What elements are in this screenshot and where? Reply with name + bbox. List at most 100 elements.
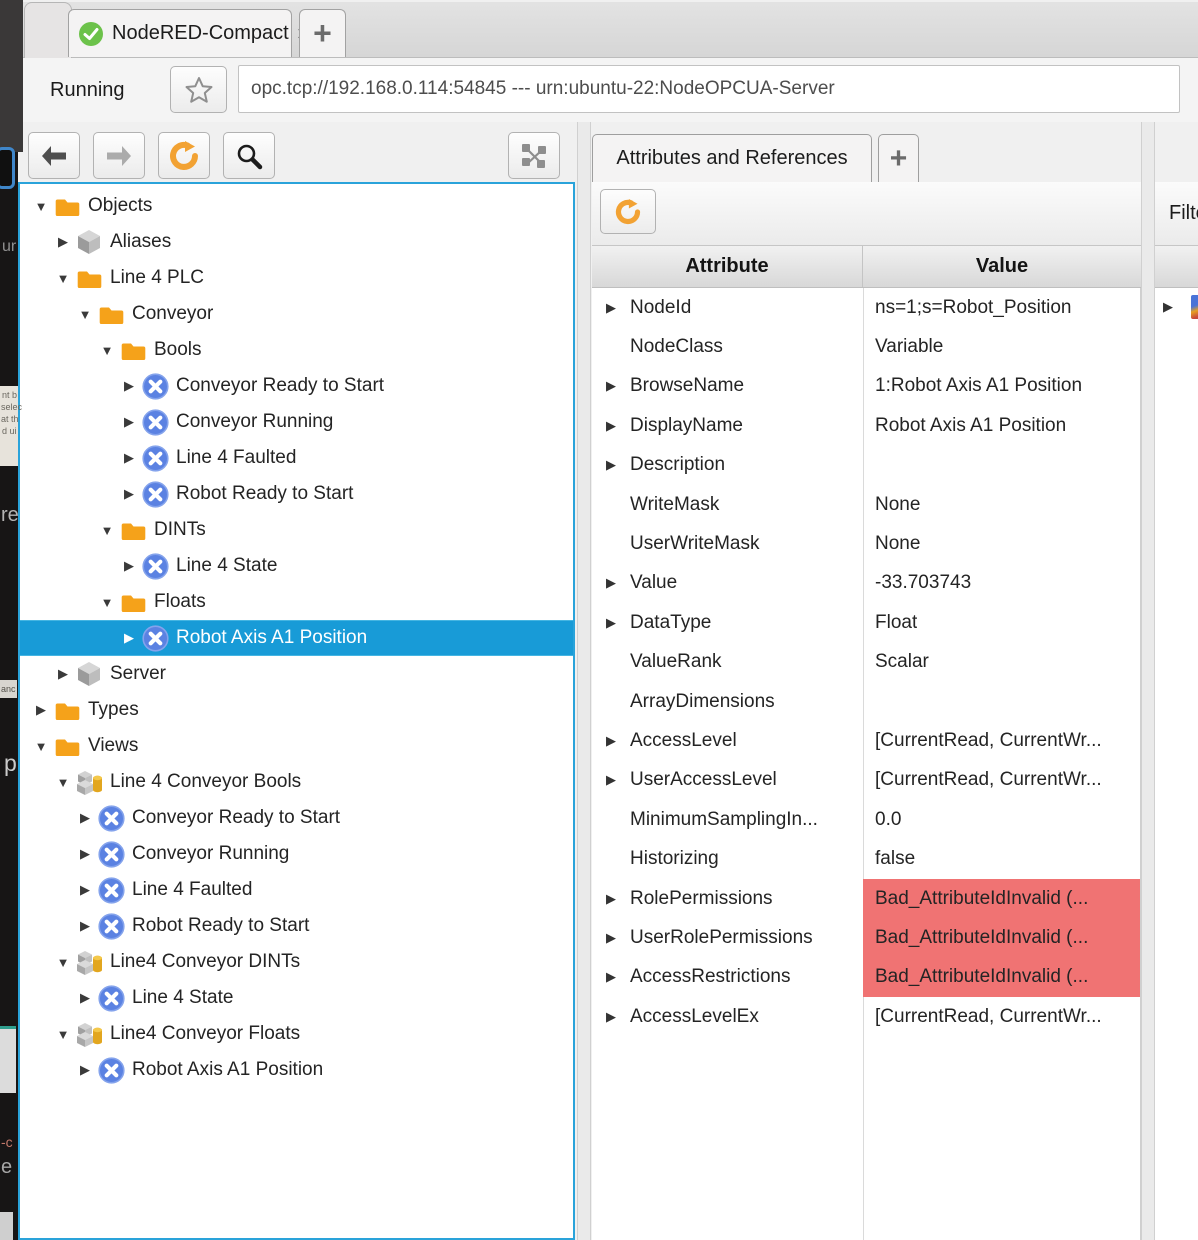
expand-icon[interactable]: ▶ [606,891,630,907]
tree-item-conveyor-running[interactable]: ▶Conveyor Running [20,836,573,872]
forward-button[interactable] [93,132,145,179]
expand-icon[interactable]: ▶ [606,930,630,946]
attribute-row-rolepermissions[interactable]: ▶RolePermissionsBad_AttributeIdInvalid (… [592,879,1140,918]
tree-item-line4-conveyor-dints[interactable]: ▼Line4 Conveyor DINTs [20,944,573,980]
tree-item-robot-axis-a1-position[interactable]: ▶Robot Axis A1 Position [20,1052,573,1088]
panel-splitter-left[interactable] [577,122,591,1240]
tree-item-types[interactable]: ▶Types [20,692,573,728]
collapse-icon[interactable]: ▼ [52,775,74,790]
collapse-icon[interactable]: ▼ [30,199,52,214]
attribute-row-accesslevel[interactable]: ▶AccessLevel[CurrentRead, CurrentWr... [592,721,1140,760]
bookmark-button[interactable] [170,66,227,113]
tree-item-conveyor-running[interactable]: ▶Conveyor Running [20,404,573,440]
attribute-row-displayname[interactable]: ▶DisplayNameRobot Axis A1 Position [592,406,1140,445]
tree-item-line-4-conveyor-bools[interactable]: ▼Line 4 Conveyor Bools [20,764,573,800]
refresh-attributes-button[interactable] [600,189,656,234]
expand-icon[interactable]: ▶ [606,969,630,985]
tab-attributes-and-references[interactable]: Attributes and References [592,134,872,182]
attribute-row-valuerank[interactable]: ValueRankScalar [592,643,1140,682]
expand-icon[interactable]: ▶ [606,457,630,473]
tree-item-dints[interactable]: ▼DINTs [20,512,573,548]
expand-icon[interactable]: ▶ [606,300,630,316]
column-header-value[interactable]: Value [863,246,1141,287]
tree-item-robot-axis-a1-position[interactable]: ▶Robot Axis A1 Position [20,620,573,656]
panel-splitter-right[interactable] [1141,122,1155,1240]
expand-icon[interactable]: ▶ [118,486,140,502]
tree-item-views[interactable]: ▼Views [20,728,573,764]
search-button[interactable] [223,132,275,179]
expand-icon[interactable]: ▶ [52,666,74,682]
expand-icon[interactable]: ▶ [606,575,630,591]
tree-item-line-4-state[interactable]: ▶Line 4 State [20,980,573,1016]
expand-icon[interactable]: ▶ [74,990,96,1006]
expand-icon[interactable]: ▶ [74,846,96,862]
tree-item-line-4-faulted[interactable]: ▶Line 4 Faulted [20,872,573,908]
attribute-row-useraccesslevel[interactable]: ▶UserAccessLevel[CurrentRead, CurrentWr.… [592,761,1140,800]
expand-icon[interactable]: ▶ [30,702,52,718]
expand-icon[interactable]: ▶ [118,378,140,394]
expand-icon[interactable]: ▶ [52,234,74,250]
expand-icon[interactable]: ▶ [606,1009,630,1025]
expand-icon[interactable]: ▶ [74,810,96,826]
attribute-row-nodeid[interactable]: ▶NodeIdns=1;s=Robot_Position [592,288,1140,327]
browser-tab-nodered-compact[interactable]: NodeRED-Compact × [68,9,292,57]
expand-icon[interactable]: ▶ [606,378,630,394]
tree-item-server[interactable]: ▶Server [20,656,573,692]
attribute-row-minimumsamplingin[interactable]: MinimumSamplingIn...0.0 [592,800,1140,839]
attribute-row-writemask[interactable]: WriteMaskNone [592,485,1140,524]
tree-item-conveyor-ready-to-start[interactable]: ▶Conveyor Ready to Start [20,800,573,836]
expand-icon[interactable]: ▶ [118,558,140,574]
collapse-icon[interactable]: ▼ [30,739,52,754]
expand-icon[interactable]: ▶ [606,418,630,434]
attribute-row-accessrestrictions[interactable]: ▶AccessRestrictionsBad_AttributeIdInvali… [592,958,1140,997]
column-header-attribute[interactable]: Attribute [592,246,863,287]
expand-icon[interactable]: ▶ [74,918,96,934]
attribute-row-accesslevelex[interactable]: ▶AccessLevelEx[CurrentRead, CurrentWr... [592,997,1140,1036]
attribute-row-datatype[interactable]: ▶DataTypeFloat [592,603,1140,642]
tree-item-bools[interactable]: ▼Bools [20,332,573,368]
reconnect-button[interactable] [158,132,210,179]
tree-item-line-4-plc[interactable]: ▼Line 4 PLC [20,260,573,296]
expand-icon[interactable]: ▶ [1163,299,1173,315]
expand-icon[interactable]: ▶ [606,615,630,631]
collapse-icon[interactable]: ▼ [96,343,118,358]
tree-item-line-4-faulted[interactable]: ▶Line 4 Faulted [20,440,573,476]
collapse-icon[interactable]: ▼ [96,523,118,538]
attribute-row-historizing[interactable]: Historizingfalse [592,839,1140,878]
tree-item-line-4-state[interactable]: ▶Line 4 State [20,548,573,584]
expand-icon[interactable]: ▶ [118,414,140,430]
back-button[interactable] [28,132,80,179]
new-panel-tab-button[interactable]: + [878,134,919,182]
collapse-icon[interactable]: ▼ [52,955,74,970]
collapse-icon[interactable]: ▼ [52,271,74,286]
tree-item-robot-ready-to-start[interactable]: ▶Robot Ready to Start [20,476,573,512]
attribute-row-value[interactable]: ▶Value-33.703743 [592,564,1140,603]
new-tab-button[interactable]: + [299,9,346,57]
server-url-input[interactable] [238,65,1180,113]
tree-item-aliases[interactable]: ▶Aliases [20,224,573,260]
expand-icon[interactable]: ▶ [606,772,630,788]
attribute-row-description[interactable]: ▶Description [592,446,1140,485]
attribute-row-browsename[interactable]: ▶BrowseName1:Robot Axis A1 Position [592,367,1140,406]
tree-item-conveyor-ready-to-start[interactable]: ▶Conveyor Ready to Start [20,368,573,404]
expand-icon[interactable]: ▶ [74,1062,96,1078]
attribute-row-userwritemask[interactable]: UserWriteMaskNone [592,524,1140,563]
attribute-row-nodeclass[interactable]: NodeClassVariable [592,327,1140,366]
collapse-icon[interactable]: ▼ [52,1027,74,1042]
tree-item-floats[interactable]: ▼Floats [20,584,573,620]
collapse-icon[interactable]: ▼ [74,307,96,322]
tree-item-line4-conveyor-floats[interactable]: ▼Line4 Conveyor Floats [20,1016,573,1052]
attribute-value-cell: Robot Axis A1 Position [863,406,1140,445]
attribute-name-cell: ▶AccessLevel [592,721,863,760]
expand-icon[interactable]: ▶ [606,733,630,749]
tree-item-robot-ready-to-start[interactable]: ▶Robot Ready to Start [20,908,573,944]
expand-icon[interactable]: ▶ [74,882,96,898]
tree-item-objects[interactable]: ▼Objects [20,188,573,224]
attribute-row-arraydimensions[interactable]: ArrayDimensions [592,682,1140,721]
tree-item-conveyor[interactable]: ▼Conveyor [20,296,573,332]
collapse-icon[interactable]: ▼ [96,595,118,610]
expand-icon[interactable]: ▶ [118,450,140,466]
node-graph-button[interactable] [508,132,560,179]
attribute-row-userrolepermissions[interactable]: ▶UserRolePermissionsBad_AttributeIdInval… [592,918,1140,957]
expand-icon[interactable]: ▶ [118,630,140,646]
